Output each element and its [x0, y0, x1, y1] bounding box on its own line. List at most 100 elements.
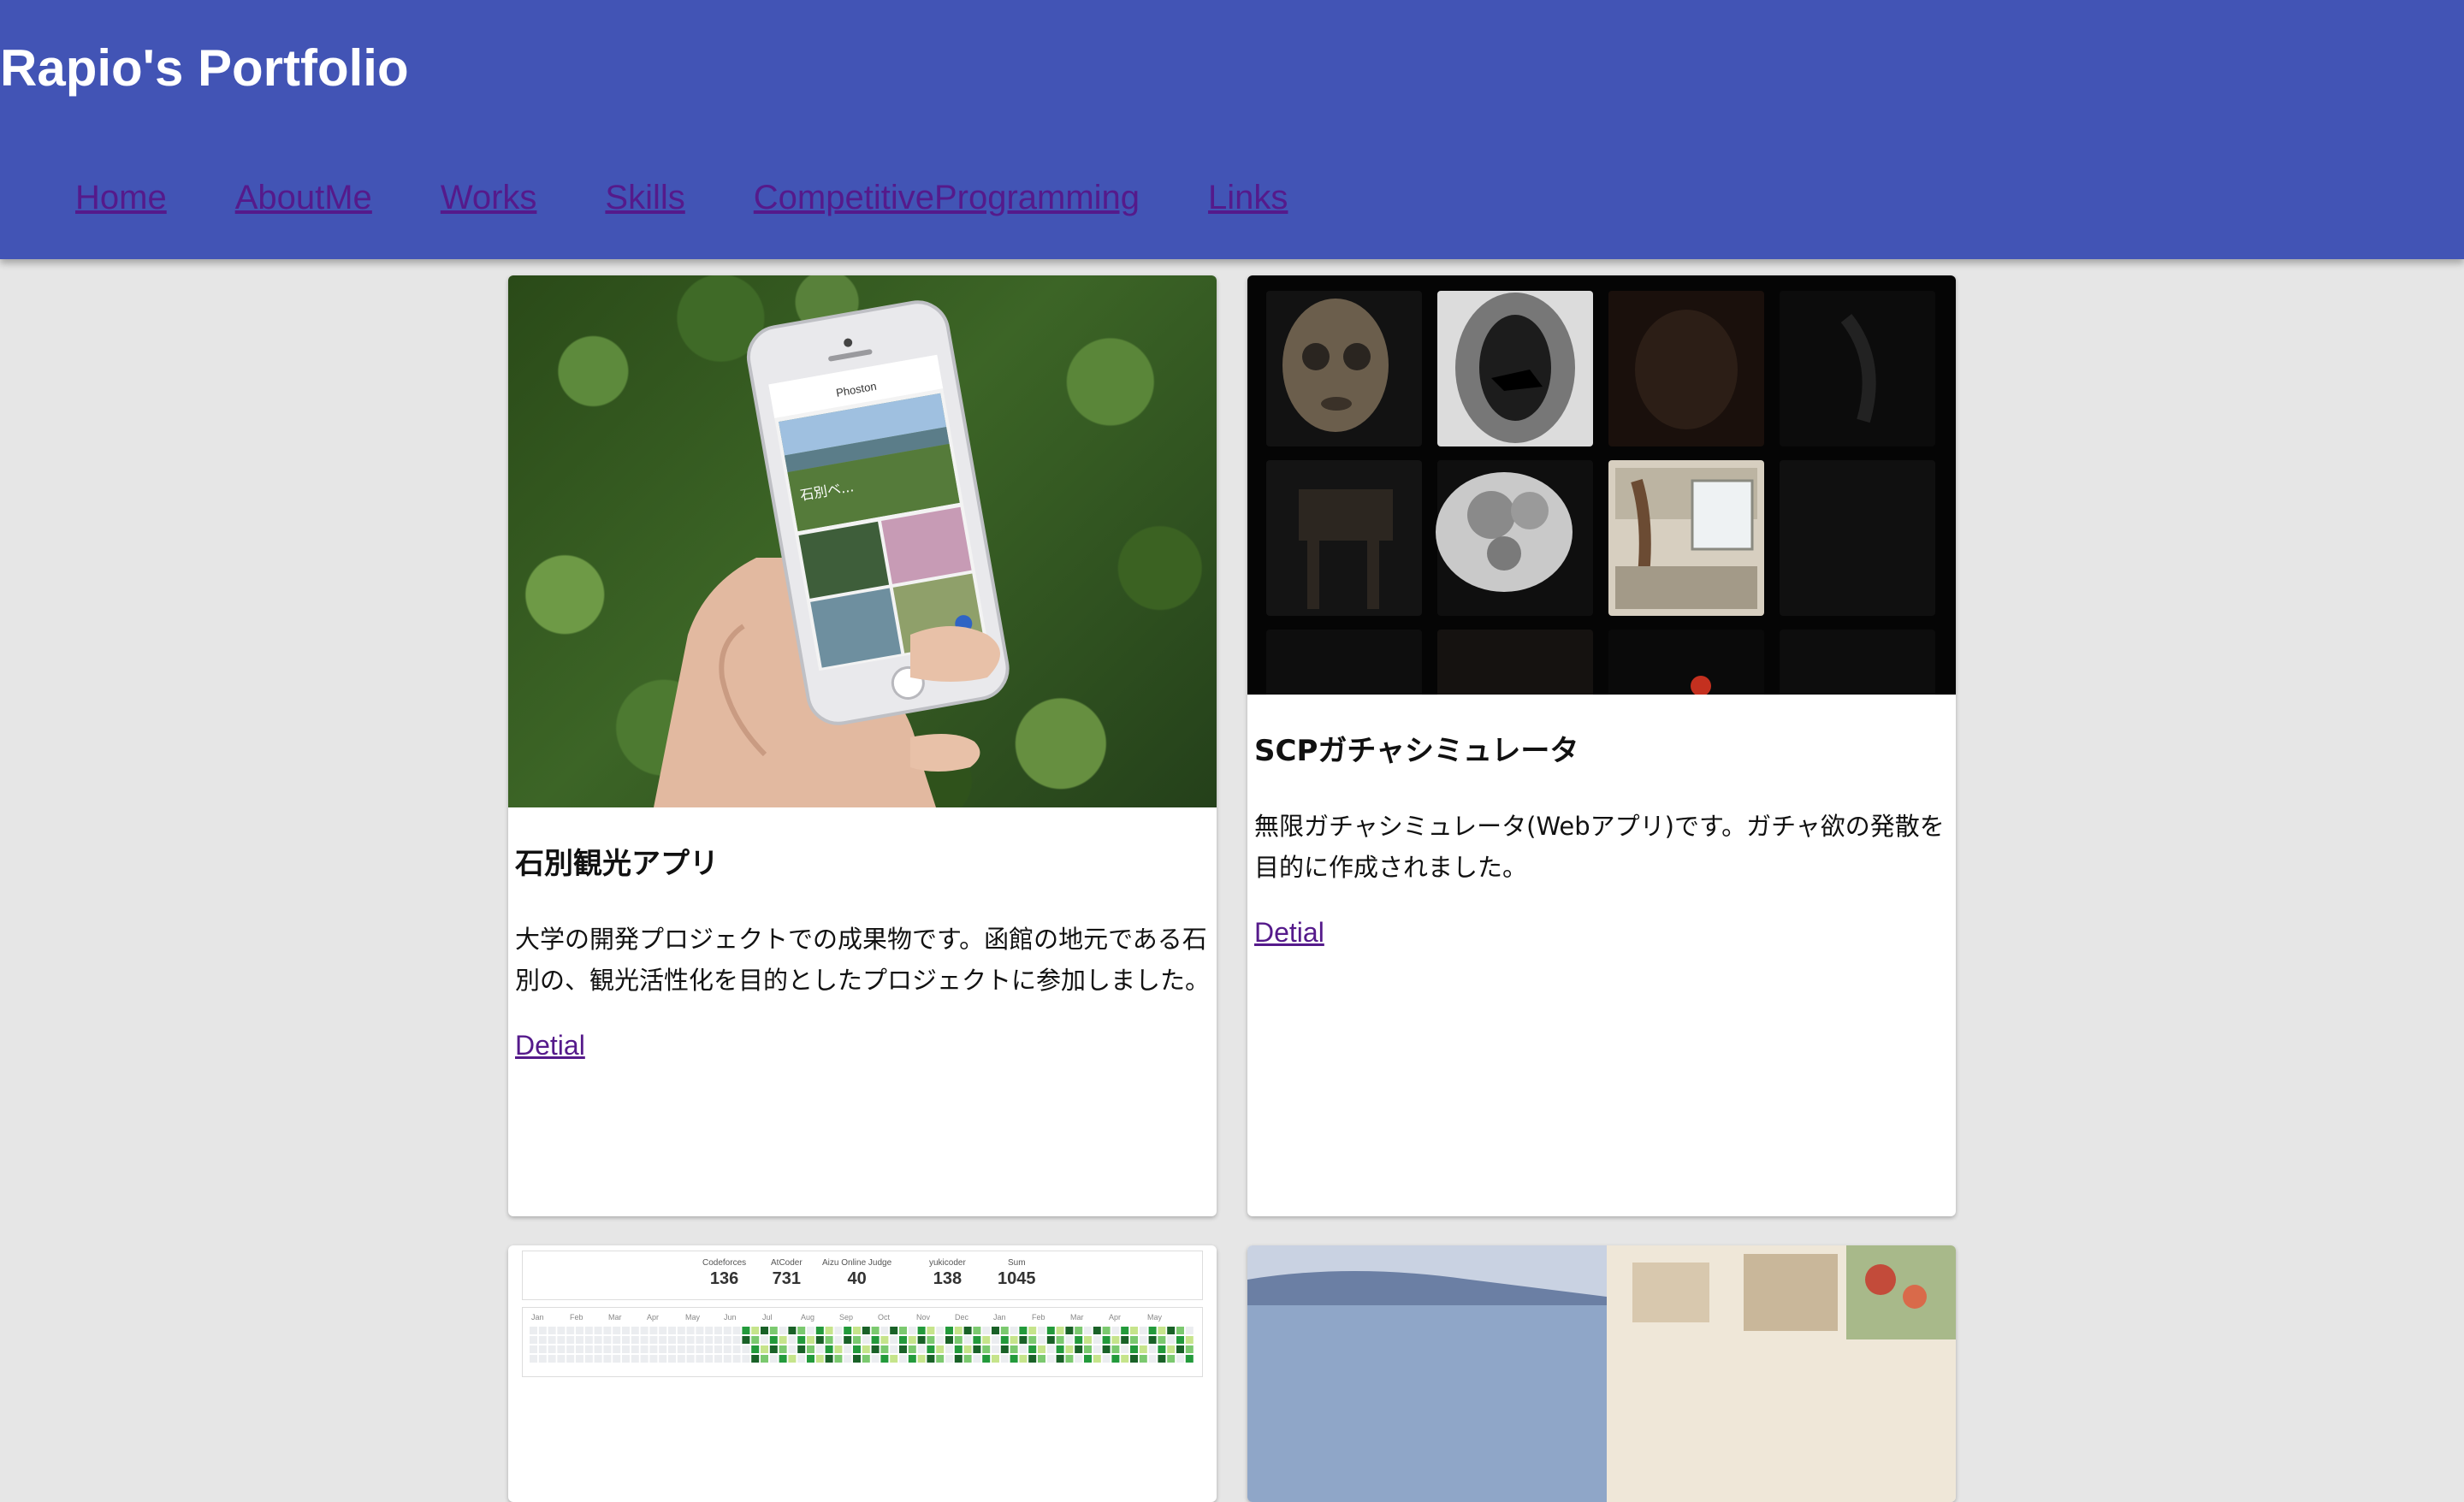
work-card-landscape	[1247, 1245, 1956, 1502]
nav-link-skills[interactable]: Skills	[605, 169, 684, 226]
heatmap-cell	[1167, 1345, 1176, 1353]
heatmap-cell	[936, 1345, 945, 1353]
heatmap-cell	[566, 1327, 575, 1334]
heatmap-cell	[844, 1336, 852, 1344]
work-detail-link[interactable]: Detial	[515, 1025, 585, 1066]
heatmap-cell	[696, 1355, 704, 1363]
work-detail-link[interactable]: Detial	[1254, 912, 1324, 953]
heatmap-cell	[908, 1336, 916, 1344]
heatmap-cell	[963, 1345, 972, 1353]
heatmap-cell	[603, 1345, 612, 1353]
heatmap-cell	[714, 1327, 722, 1334]
heatmap-cells	[530, 1327, 1194, 1363]
heatmap-cell	[1148, 1355, 1157, 1363]
heatmap-cell	[1148, 1336, 1157, 1344]
heatmap-cell	[853, 1327, 861, 1334]
heatmap-cell	[1148, 1327, 1157, 1334]
heatmap-cell	[853, 1355, 861, 1363]
heatmap-cell	[622, 1336, 630, 1344]
heatmap-cell	[807, 1327, 814, 1334]
heatmap-cell	[530, 1355, 537, 1363]
heatmap-cell	[1010, 1336, 1018, 1344]
heatmap-cell	[1111, 1355, 1120, 1363]
heatmap-cell	[890, 1336, 898, 1344]
heatmap-cell	[908, 1327, 916, 1334]
heatmap-cell	[1139, 1355, 1147, 1363]
nav-link-home[interactable]: Home	[75, 169, 167, 226]
heatmap-cell	[945, 1355, 953, 1363]
heatmap-cell	[714, 1355, 722, 1363]
heatmap-cell	[1065, 1327, 1074, 1334]
heatmap-cell	[1056, 1336, 1064, 1344]
heatmap-cell	[622, 1355, 630, 1363]
heatmap-month-label: Apr	[1109, 1313, 1122, 1322]
heatmap-cell	[1075, 1355, 1083, 1363]
heatmap-cell	[557, 1345, 566, 1353]
nav-link-competitive-programming[interactable]: CompetitiveProgramming	[754, 169, 1140, 226]
heatmap-cell	[622, 1327, 630, 1334]
heatmap-cell	[613, 1355, 621, 1363]
heatmap-cell	[1093, 1345, 1101, 1353]
heatmap-cell	[992, 1336, 999, 1344]
heatmap-cell	[640, 1345, 649, 1353]
heatmap-cell	[1130, 1327, 1138, 1334]
main-nav: Home AboutMe Works Skills CompetitivePro…	[75, 169, 1288, 226]
heatmap-cell	[927, 1336, 935, 1344]
heatmap-cell	[538, 1345, 547, 1353]
heatmap-cell	[668, 1345, 676, 1353]
heatmap-month-label: Feb	[1032, 1313, 1045, 1322]
heatmap-cell	[825, 1327, 833, 1334]
heatmap-cell	[538, 1355, 547, 1363]
heatmap-month-label: May	[1147, 1313, 1163, 1322]
heatmap-cell	[1019, 1345, 1028, 1353]
work-image-phone: Phoston 石別ベ...	[508, 275, 1217, 807]
heatmap-cell	[548, 1355, 556, 1363]
heatmap-cell	[751, 1345, 760, 1353]
work-card-competitive-stats: Codeforces 136 AtCoder 731 Aizu Online J…	[508, 1245, 1217, 1502]
heatmap-cell	[880, 1327, 889, 1334]
heatmap-cell	[1167, 1336, 1176, 1344]
heatmap-cell	[1130, 1336, 1138, 1344]
work-card-body: SCPガチャシミュレータ 無限ガチャシミュレータ(Webアプリ)です。ガチャ欲の…	[1247, 730, 1956, 953]
heatmap-cell	[992, 1355, 999, 1363]
heatmap-cell	[954, 1327, 962, 1334]
heatmap-cell	[890, 1345, 898, 1353]
heatmap-cell	[557, 1355, 566, 1363]
nav-link-links[interactable]: Links	[1208, 169, 1288, 226]
heatmap-cell	[696, 1345, 704, 1353]
heatmap-cell	[649, 1336, 658, 1344]
heatmap-cell	[1010, 1345, 1018, 1353]
heatmap-cell	[668, 1327, 676, 1334]
nav-link-aboutme[interactable]: AboutMe	[235, 169, 372, 226]
heatmap-cell	[1121, 1345, 1129, 1353]
heatmap-cell	[1111, 1336, 1120, 1344]
heatmap-cell	[640, 1327, 649, 1334]
heatmap-cell	[963, 1336, 972, 1344]
heatmap-cell	[1139, 1327, 1147, 1334]
heatmap-cell	[797, 1327, 806, 1334]
heatmap-cell	[705, 1355, 714, 1363]
heatmap-month-label: Dec	[955, 1313, 969, 1322]
heatmap-cell	[705, 1336, 714, 1344]
nav-link-works[interactable]: Works	[441, 169, 537, 226]
heatmap-cell	[807, 1355, 814, 1363]
heatmap-cell	[1139, 1336, 1147, 1344]
heatmap-cell	[538, 1327, 547, 1334]
heatmap-cell	[576, 1355, 583, 1363]
heatmap-cell	[788, 1336, 797, 1344]
heatmap-cell	[1084, 1355, 1092, 1363]
heatmap-cell	[566, 1345, 575, 1353]
solved-count-panel: Codeforces 136 AtCoder 731 Aizu Online J…	[522, 1251, 1203, 1300]
heatmap-cell	[1176, 1327, 1184, 1334]
heatmap-cell	[1000, 1355, 1009, 1363]
heatmap-cell	[751, 1327, 760, 1334]
heatmap-cell	[825, 1345, 833, 1353]
heatmap-cell	[742, 1345, 750, 1353]
heatmap-cell	[871, 1345, 880, 1353]
heatmap-cell	[807, 1336, 814, 1344]
heatmap-cell	[1121, 1336, 1129, 1344]
heatmap-cell	[1046, 1355, 1055, 1363]
heatmap-cell	[797, 1345, 806, 1353]
heatmap-cell	[1056, 1327, 1064, 1334]
heatmap-cell	[1176, 1345, 1184, 1353]
